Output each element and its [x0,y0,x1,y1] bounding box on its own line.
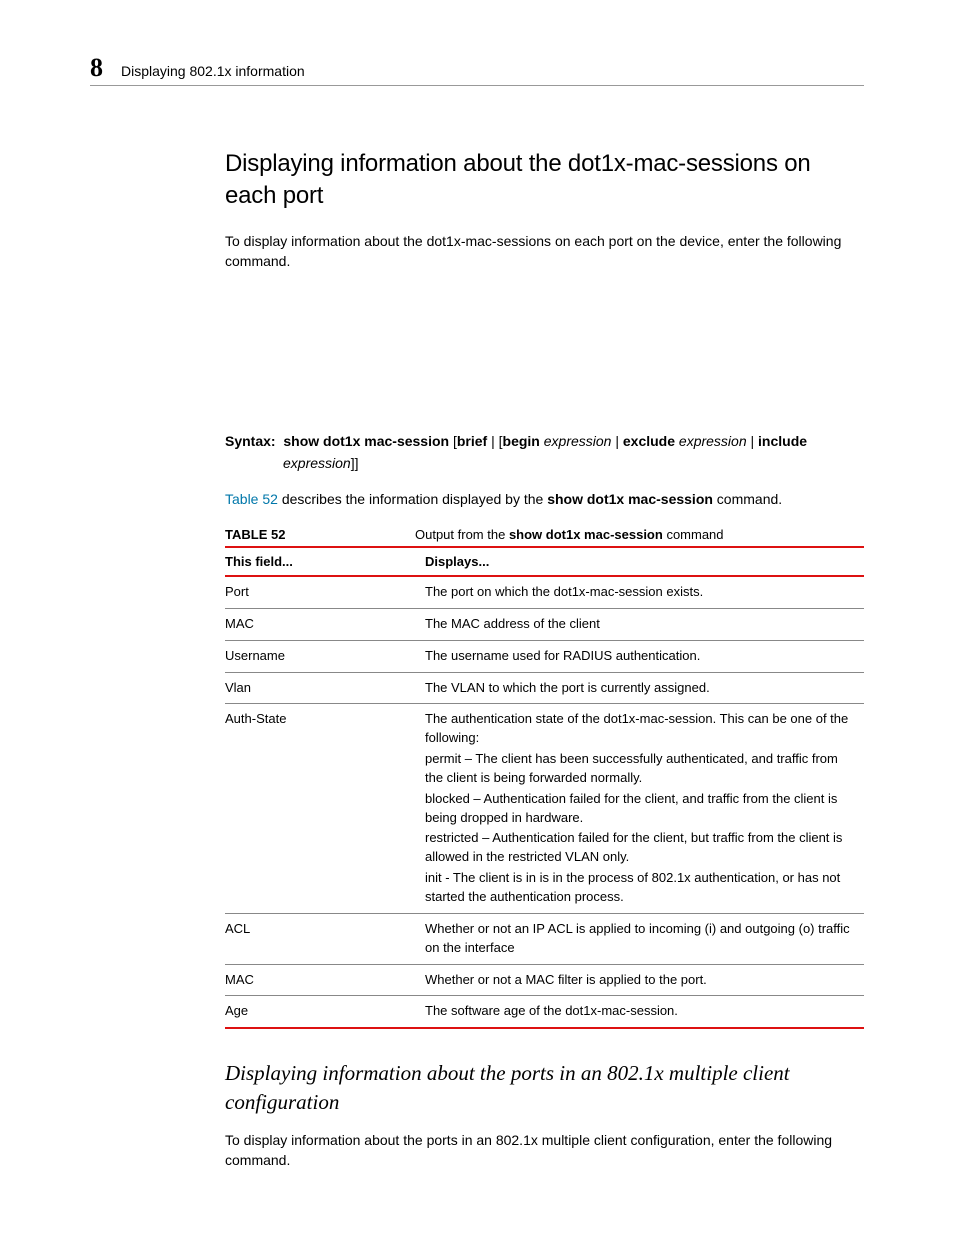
cell-description: The VLAN to which the port is currently … [425,672,864,704]
cell-field: MAC [225,608,425,640]
syntax-keyword-exclude: exclude [623,433,675,449]
syntax-keyword-brief: brief [457,433,487,449]
table-ref-paragraph: Table 52 describes the information displ… [225,489,864,509]
table-row: AgeThe software age of the dot1x-mac-ses… [225,996,864,1028]
cell-description-line: The MAC address of the client [425,615,858,634]
text: describes the information displayed by t… [278,491,547,507]
cell-field: Auth-State [225,704,425,913]
table-header-row: This field... Displays... [225,547,864,576]
cell-description-line: blocked – Authentication failed for the … [425,790,858,828]
table-caption: TABLE 52Output from the show dot1x mac-s… [225,527,864,542]
cell-description-line: init - The client is in is in the proces… [425,869,858,907]
text: Output from the [415,527,509,542]
cell-field: Age [225,996,425,1028]
page: 8 Displaying 802.1x information Displayi… [0,0,954,1235]
syntax-arg: expression [675,433,747,449]
table-row: Auth-StateThe authentication state of th… [225,704,864,913]
cell-field: Username [225,640,425,672]
table-row: MACThe MAC address of the client [225,608,864,640]
syntax-text: [ [449,433,457,449]
cell-description: The port on which the dot1x-mac-session … [425,576,864,608]
cell-description-line: Whether or not an IP ACL is applied to i… [425,920,858,958]
table-row: VlanThe VLAN to which the port is curren… [225,672,864,704]
chapter-number: 8 [90,55,103,81]
text: command. [713,491,782,507]
syntax-block: Syntax: show dot1x mac-session [brief | … [225,431,864,474]
table-row: PortThe port on which the dot1x-mac-sess… [225,576,864,608]
col-header-displays: Displays... [425,547,864,576]
table-row: MACWhether or not a MAC filter is applie… [225,964,864,996]
table-row: ACLWhether or not an IP ACL is applied t… [225,913,864,964]
cell-field: MAC [225,964,425,996]
table-ref-link[interactable]: Table 52 [225,491,278,507]
cell-description-line: permit – The client has been successfull… [425,750,858,788]
syntax-label: Syntax: [225,433,276,449]
syntax-text: | [611,433,622,449]
syntax-text: | [ [487,433,502,449]
cell-description: Whether or not an IP ACL is applied to i… [425,913,864,964]
command-name: show dot1x mac-session [509,527,663,542]
syntax-keyword-include: include [758,433,807,449]
cell-description: Whether or not a MAC filter is applied t… [425,964,864,996]
col-header-field: This field... [225,547,425,576]
cell-description-line: The authentication state of the dot1x-ma… [425,710,858,748]
section-heading: Displaying information about the dot1x-m… [225,148,864,213]
cell-description: The software age of the dot1x-mac-sessio… [425,996,864,1028]
subsection-paragraph: To display information about the ports i… [225,1130,864,1171]
syntax-arg: expression [283,455,351,471]
cell-description-line: The software age of the dot1x-mac-sessio… [425,1002,858,1021]
cell-description-line: The VLAN to which the port is currently … [425,679,858,698]
running-header: 8 Displaying 802.1x information [90,55,864,86]
content-column: Displaying information about the dot1x-m… [225,148,864,1171]
cell-description-line: Whether or not a MAC filter is applied t… [425,971,858,990]
output-fields-table: This field... Displays... PortThe port o… [225,546,864,1029]
cell-description: The username used for RADIUS authenticat… [425,640,864,672]
syntax-command: show dot1x mac-session [283,433,449,449]
cell-description-line: The port on which the dot1x-mac-session … [425,583,858,602]
syntax-text: | [747,433,758,449]
syntax-arg: expression [540,433,612,449]
cell-description: The authentication state of the dot1x-ma… [425,704,864,913]
cell-description-line: restricted – Authentication failed for t… [425,829,858,867]
table-row: UsernameThe username used for RADIUS aut… [225,640,864,672]
cell-field: Vlan [225,672,425,704]
cell-field: Port [225,576,425,608]
text: command [663,527,724,542]
cell-field: ACL [225,913,425,964]
syntax-text: ]] [351,455,359,471]
subsection-heading: Displaying information about the ports i… [225,1059,864,1116]
command-name: show dot1x mac-session [547,491,713,507]
table-label: TABLE 52 [225,527,415,542]
syntax-keyword-begin: begin [503,433,540,449]
intro-paragraph: To display information about the dot1x-m… [225,231,864,272]
cell-description: The MAC address of the client [425,608,864,640]
running-title: Displaying 802.1x information [121,63,305,81]
cell-description-line: The username used for RADIUS authenticat… [425,647,858,666]
